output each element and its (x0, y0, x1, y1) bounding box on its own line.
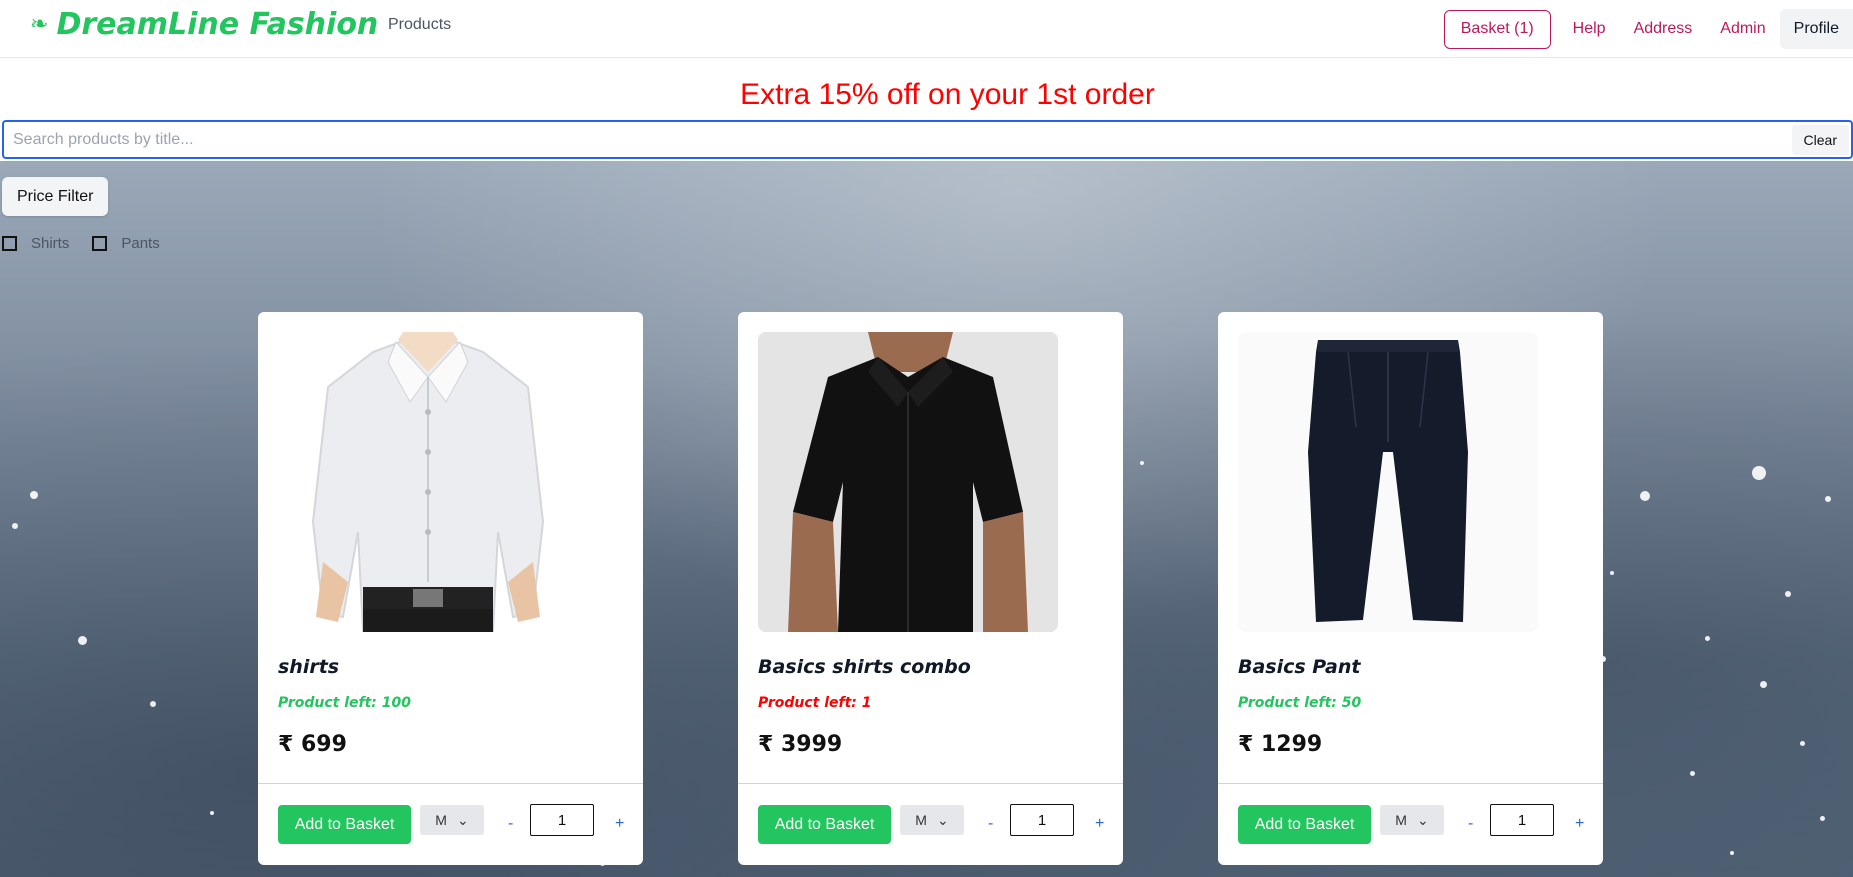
size-select[interactable]: M ⌄ (420, 805, 484, 835)
snow-speck (1730, 851, 1734, 855)
decrement-button[interactable]: - (1468, 815, 1473, 833)
top-navbar: ❧ DreamLine Fashion Products Basket (1) … (0, 0, 1853, 58)
black-shirt-image (758, 332, 1058, 632)
search-bar: Clear (2, 120, 1853, 159)
increment-button[interactable]: + (615, 815, 624, 833)
price-filter-button[interactable]: Price Filter (2, 177, 109, 216)
nav-address-link[interactable]: Address (1634, 20, 1693, 38)
nav-admin-link[interactable]: Admin (1720, 20, 1765, 38)
snow-speck (1640, 491, 1650, 501)
snow-speck (1690, 771, 1695, 776)
nav-right-group: Basket (1) Help Address Admin Profile (1443, 0, 1853, 58)
nav-help-link[interactable]: Help (1573, 20, 1606, 38)
promo-banner: Extra 15% off on your 1st order (740, 78, 1155, 111)
snow-speck (78, 636, 87, 645)
category-shirts[interactable]: Shirts (2, 235, 69, 252)
product-title: Basics Pant (1238, 656, 1361, 678)
snow-speck (210, 811, 214, 815)
category-pants[interactable]: Pants (92, 235, 160, 252)
snow-speck (1760, 681, 1767, 688)
category-label: Pants (121, 235, 160, 252)
decrement-button[interactable]: - (988, 815, 993, 833)
white-shirt-image (278, 332, 578, 632)
product-image[interactable] (758, 332, 1058, 632)
card-divider (258, 783, 643, 784)
card-divider (738, 783, 1123, 784)
chevron-down-icon: ⌄ (936, 811, 949, 828)
size-value: M (1395, 812, 1407, 828)
stock-status: Product left: 1 (758, 695, 872, 711)
shirts-checkbox[interactable] (2, 236, 17, 251)
product-title: Basics shirts combo (758, 656, 971, 678)
product-card: Basics shirts combo Product left: 1 ₹ 39… (738, 312, 1123, 865)
quantity-input[interactable] (1010, 804, 1074, 836)
decrement-button[interactable]: - (508, 815, 513, 833)
add-to-basket-button[interactable]: Add to Basket (1238, 805, 1371, 844)
snow-speck (1705, 636, 1710, 641)
add-to-basket-button[interactable]: Add to Basket (758, 805, 891, 844)
stock-status: Product left: 50 (1238, 695, 1362, 711)
clear-button[interactable]: Clear (1791, 124, 1849, 155)
add-to-basket-button[interactable]: Add to Basket (278, 805, 411, 844)
snow-speck (1610, 571, 1614, 575)
product-price: ₹ 699 (278, 732, 347, 757)
stock-status: Product left: 100 (278, 695, 411, 711)
profile-button[interactable]: Profile (1779, 9, 1853, 49)
product-price: ₹ 1299 (1238, 732, 1323, 757)
snow-speck (1752, 466, 1766, 480)
product-price: ₹ 3999 (758, 732, 843, 757)
product-card: Basics Pant Product left: 50 ₹ 1299 Add … (1218, 312, 1603, 865)
size-select[interactable]: M ⌄ (900, 805, 964, 835)
snow-speck (1785, 591, 1791, 597)
brand-name: DreamLine Fashion (56, 7, 379, 42)
basket-button[interactable]: Basket (1) (1443, 9, 1551, 49)
search-input[interactable] (4, 122, 1792, 157)
snow-speck (1820, 816, 1825, 821)
chevron-down-icon: ⌄ (456, 811, 469, 828)
snow-speck (1825, 496, 1831, 502)
increment-button[interactable]: + (1575, 815, 1584, 833)
quantity-input[interactable] (1490, 804, 1554, 836)
snow-speck (1800, 741, 1805, 746)
card-divider (1218, 783, 1603, 784)
size-select[interactable]: M ⌄ (1380, 805, 1444, 835)
product-card: shirts Product left: 100 ₹ 699 Add to Ba… (258, 312, 643, 865)
lightning-icon: ❧ (30, 12, 49, 37)
category-filter: Shirts Pants (2, 235, 183, 252)
size-value: M (915, 812, 927, 828)
snow-speck (1140, 461, 1144, 465)
increment-button[interactable]: + (1095, 815, 1104, 833)
product-image[interactable] (1238, 332, 1538, 632)
black-pant-image (1238, 332, 1538, 632)
brand-logo[interactable]: ❧ DreamLine Fashion (30, 8, 378, 42)
pants-checkbox[interactable] (92, 236, 108, 251)
product-image[interactable] (278, 332, 578, 632)
chevron-down-icon: ⌄ (1416, 811, 1429, 828)
quantity-input[interactable] (530, 804, 594, 836)
category-label: Shirts (31, 235, 70, 252)
snow-speck (12, 523, 18, 529)
product-title: shirts (278, 656, 340, 678)
nav-products-link[interactable]: Products (388, 16, 451, 34)
snow-speck (30, 491, 38, 499)
snow-speck (150, 701, 156, 707)
size-value: M (435, 812, 447, 828)
